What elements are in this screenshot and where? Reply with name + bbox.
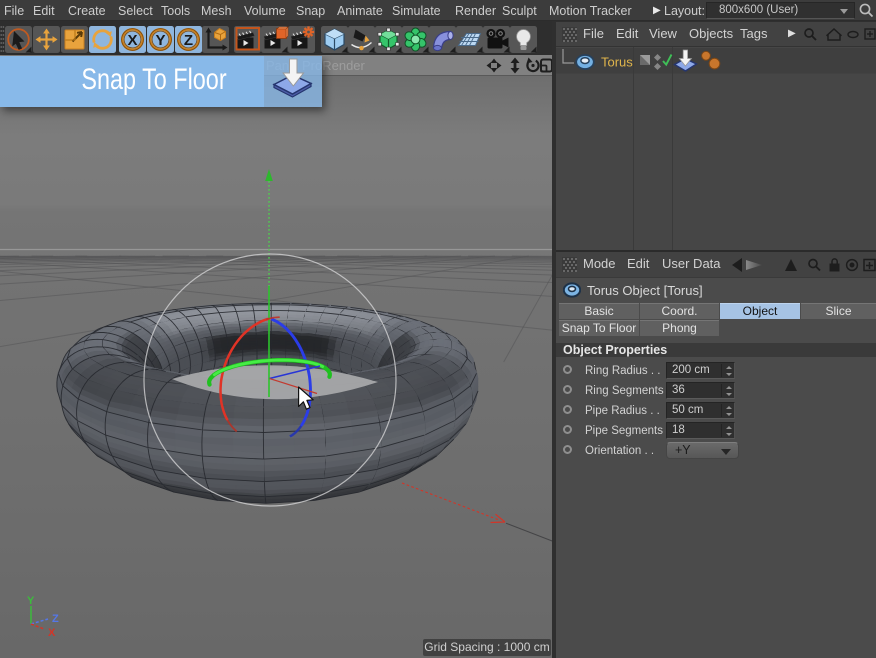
svg-text:X: X	[127, 32, 137, 49]
svg-text:Y: Y	[155, 32, 165, 49]
svg-text:Torus: Torus	[601, 55, 633, 70]
svg-text:Z: Z	[52, 613, 59, 625]
svg-text:X: X	[48, 627, 56, 639]
svg-text:Z: Z	[184, 32, 193, 49]
svg-text:Y: Y	[27, 595, 35, 607]
